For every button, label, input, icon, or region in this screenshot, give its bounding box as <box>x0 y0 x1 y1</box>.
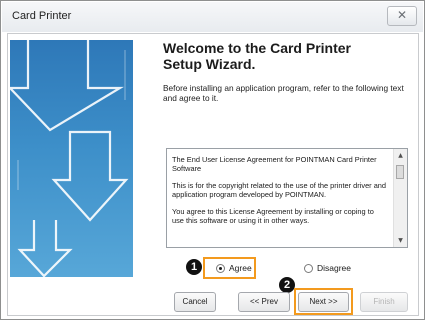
agree-radio[interactable]: Agree <box>216 263 252 273</box>
license-paragraph: The End User License Agreement for POINT… <box>172 155 377 173</box>
disagree-radio-indicator[interactable] <box>304 263 313 273</box>
step-marker-2: 2 <box>279 277 295 293</box>
instruction-text: Before installing an application program… <box>163 83 404 103</box>
wizard-banner-image <box>10 40 133 277</box>
license-scrollbar[interactable]: ▲ ▼ <box>393 149 407 247</box>
prev-button[interactable]: << Prev <box>238 292 290 312</box>
license-paragraph: This is for the copyright related to the… <box>172 181 387 199</box>
disagree-radio[interactable]: Disagree <box>304 263 351 273</box>
scroll-up-arrow-icon[interactable]: ▲ <box>394 149 407 162</box>
title-bar[interactable]: Card Printer ✕ <box>2 2 423 32</box>
scroll-down-arrow-icon[interactable]: ▼ <box>394 234 407 247</box>
license-text-box[interactable]: The End User License Agreement for POINT… <box>166 148 408 248</box>
license-agreement-text: The End User License Agreement for POINT… <box>172 155 387 233</box>
down-arrow-icon <box>10 40 129 277</box>
close-button[interactable]: ✕ <box>387 6 417 26</box>
license-paragraph: You agree to this License Agreement by i… <box>172 207 374 225</box>
cancel-button[interactable]: Cancel <box>174 292 216 312</box>
agree-radio-indicator[interactable] <box>216 263 225 273</box>
wizard-heading: Welcome to the Card Printer Setup Wizard… <box>163 40 352 72</box>
next-button[interactable]: Next >> <box>298 292 349 312</box>
step-marker-1: 1 <box>186 259 202 275</box>
agree-label: Agree <box>229 263 252 273</box>
disagree-label: Disagree <box>317 263 352 273</box>
window-title: Card Printer <box>12 10 72 22</box>
scroll-thumb[interactable] <box>396 165 404 179</box>
finish-button: Finish <box>360 292 408 312</box>
